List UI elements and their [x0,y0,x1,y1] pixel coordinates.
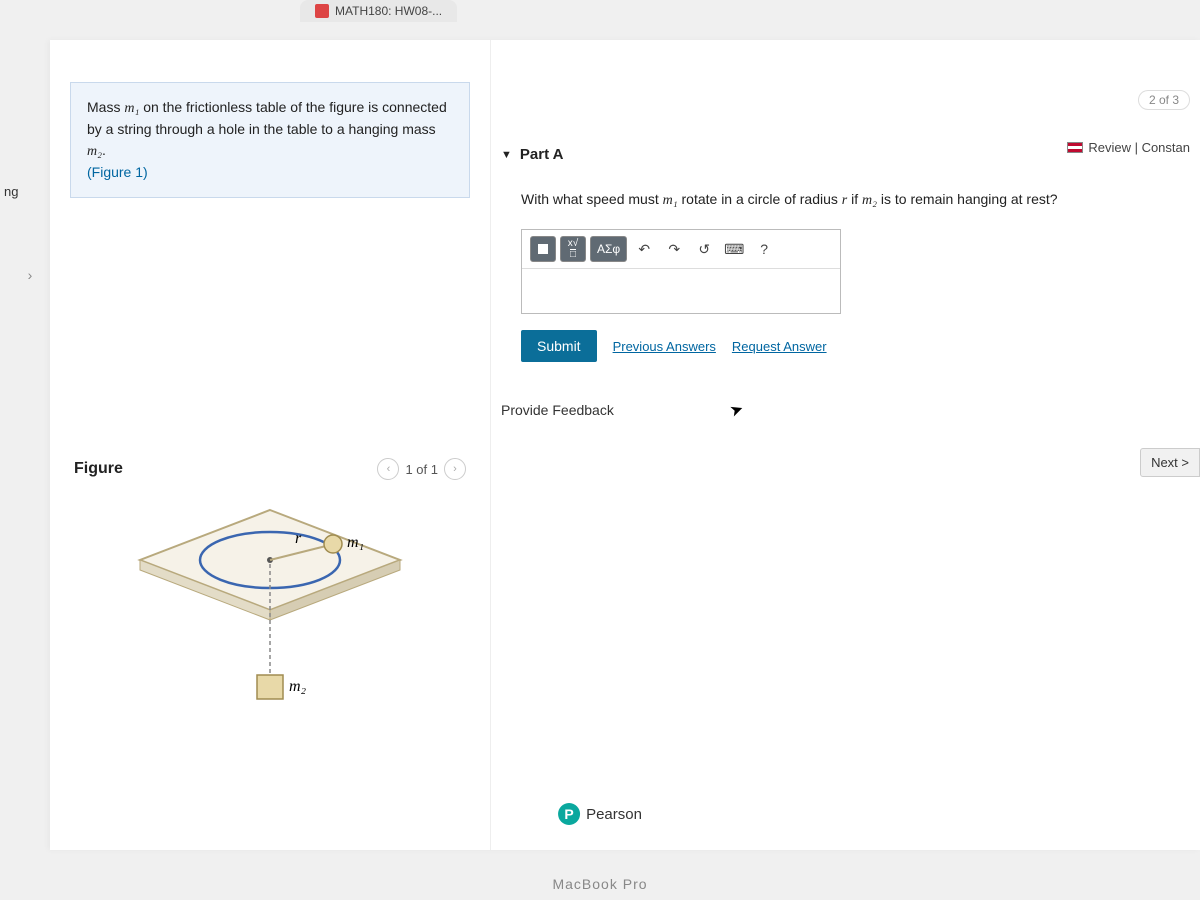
review-constants-link[interactable]: Review | Constan [1067,140,1190,155]
tab-title: MATH180: HW08-... [335,4,442,18]
template-button[interactable] [530,236,556,262]
problem-text: on the frictionless table of the figure … [87,99,447,137]
review-link-text: Review | Constan [1088,140,1190,155]
help-button[interactable]: ? [751,236,777,262]
figure-prev-button[interactable]: ‹ [377,458,399,480]
q-text: is to remain hanging at rest? [877,191,1058,207]
progress-indicator: 2 of 3 [1138,90,1190,110]
answer-box: x√□ ΑΣφ ↶ ↷ ↺ ⌨ ? [521,229,841,314]
figure-label-m2: m₂ [289,678,306,696]
figure-title: Figure [74,460,123,478]
browser-tab[interactable]: MATH180: HW08-... [300,0,457,22]
part-label: Part A [520,146,564,163]
provide-feedback-link[interactable]: Provide Feedback [501,402,1190,418]
redo-button[interactable]: ↷ [661,236,687,262]
flag-icon [1067,142,1083,153]
problem-text: Mass [87,99,124,115]
content-row: Mass m₁ on the frictionless table of the… [50,40,1200,850]
problem-statement: Mass m₁ on the frictionless table of the… [70,82,470,198]
figure-diagram: r m₁ m₂ [125,500,415,720]
var-m2: m₂ [87,144,102,159]
figure-label-m1: m₁ [347,534,364,552]
q-var-m1: m₁ [663,193,678,208]
figure-header: Figure ‹ 1 of 1 › [74,458,466,480]
caret-down-icon: ▼ [501,149,512,161]
figure-counter: 1 of 1 [405,462,438,477]
submit-button[interactable]: Submit [521,330,597,362]
figure-link[interactable]: (Figure 1) [87,164,148,180]
left-column: Mass m₁ on the frictionless table of the… [50,40,490,850]
previous-answers-link[interactable]: Previous Answers [613,339,716,354]
q-var-m2: m₂ [862,193,877,208]
question-text: With what speed must m₁ rotate in a circ… [521,189,1190,211]
figure-nav: ‹ 1 of 1 › [377,458,466,480]
request-answer-link[interactable]: Request Answer [732,339,827,354]
figure-next-button[interactable]: › [444,458,466,480]
action-row: Submit Previous Answers Request Answer [521,330,1190,362]
right-column: ▼ Part A With what speed must m₁ rotate … [490,40,1200,850]
problem-text: . [102,142,106,158]
var-m1: m₁ [124,101,139,116]
equation-toolbar: x√□ ΑΣφ ↶ ↷ ↺ ⌨ ? [522,230,840,269]
keyboard-button[interactable]: ⌨ [721,236,747,262]
undo-button[interactable]: ↶ [631,236,657,262]
figure-label-r: r [295,530,301,548]
sidebar-collapse-chevron-icon[interactable]: › [20,265,40,285]
q-text: if [847,191,862,207]
greek-letters-button[interactable]: ΑΣφ [590,236,627,262]
fraction-sqrt-button[interactable]: x√□ [560,236,586,262]
pearson-footer: P Pearson [558,803,642,825]
left-edge-fragment: ng [0,180,22,203]
answer-input[interactable] [522,269,840,313]
page-container: 2 of 3 Review | Constan Mass m₁ on the f… [50,40,1200,850]
q-text: With what speed must [521,191,663,207]
next-button[interactable]: Next > [1140,448,1200,477]
q-text: rotate in a circle of radius [678,191,842,207]
figure-section: Figure ‹ 1 of 1 › [70,458,470,720]
tab-favicon-icon [315,4,329,18]
pearson-brand-text: Pearson [586,806,642,823]
pearson-logo-icon: P [558,803,580,825]
reset-button[interactable]: ↺ [691,236,717,262]
device-label: MacBook Pro [552,876,647,892]
